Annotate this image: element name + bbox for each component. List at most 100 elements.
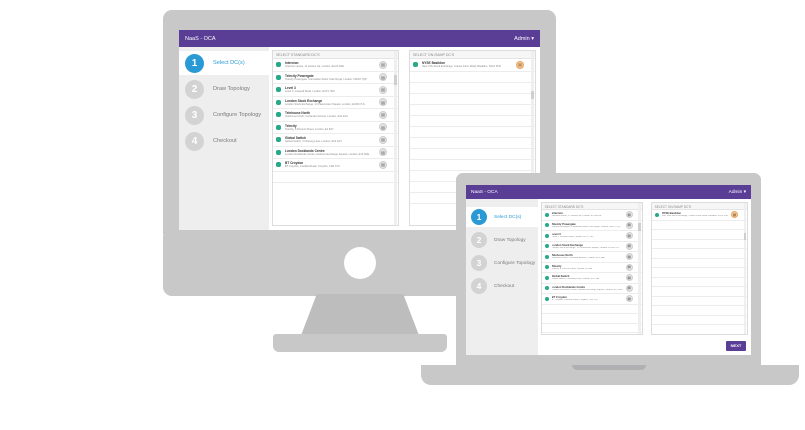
item-address: BT Croydon, Fairfield Road, Croydon, CR0…	[285, 165, 340, 169]
trash-icon[interactable]: ▤	[379, 123, 387, 132]
next-button[interactable]: NEXT	[726, 341, 746, 351]
panel-title: Select Standard DC's	[273, 51, 398, 59]
checkbox[interactable]	[544, 286, 549, 291]
trash-icon[interactable]: ▤	[625, 221, 633, 229]
checkbox[interactable]	[413, 62, 418, 68]
list-item[interactable]: Global Switch Global Switch, 3 Nutmeg Lan…	[541, 273, 642, 284]
wizard-steps: 1 Select DC(s) 2 Draw Topology 3 Configu…	[466, 199, 538, 355]
list-item[interactable]: BT Croydon BT Croydon, Fairfield Road, Cr…	[273, 159, 398, 172]
list-item[interactable]: Telehouse North Telehouse North, Coriande…	[273, 109, 398, 122]
checkbox[interactable]	[276, 87, 281, 93]
standard-dc-panel: Select Standard DC's Interxion Interxion …	[272, 50, 399, 226]
scrollbar[interactable]	[394, 51, 397, 225]
user-menu[interactable]: Admin	[514, 36, 534, 42]
checkbox[interactable]	[544, 254, 549, 259]
item-address: Telehouse North, Coriander Avenue, Londo…	[285, 115, 348, 119]
checkbox[interactable]	[544, 233, 549, 238]
checkbox[interactable]	[276, 74, 281, 80]
list-item[interactable]: Level 3 Level 3, Goswell Road, London, EC…	[541, 231, 642, 242]
list-item[interactable]: Global Switch Global Switch, 3 Nutmeg Lan…	[273, 134, 398, 147]
step-configure-topology[interactable]: 3 Configure Topology	[466, 253, 538, 273]
trash-icon[interactable]: ▤	[625, 295, 633, 303]
checkbox[interactable]	[544, 223, 549, 228]
trash-icon[interactable]: ▤	[379, 60, 387, 69]
item-address: London Docklands Centre, Harbour Exchang…	[551, 288, 623, 291]
checkbox[interactable]	[276, 99, 281, 105]
trash-icon[interactable]: ▤	[625, 284, 633, 292]
checkbox[interactable]	[276, 162, 281, 168]
checkbox[interactable]	[654, 212, 659, 217]
item-address: Interxion House, 11 Hoxton Sq, London, E…	[551, 215, 602, 218]
list-item[interactable]: Telecity Powergate Telecity Powergate, Co…	[541, 221, 642, 231]
step-checkout[interactable]: 4 Checkout	[466, 276, 538, 296]
list-item[interactable]: BT Croydon BT Croydon, Fairfield Road, Cr…	[541, 294, 642, 305]
trash-icon[interactable]: ▤	[625, 253, 633, 261]
step-label: Checkout	[213, 138, 237, 144]
checkbox[interactable]	[544, 212, 549, 217]
trash-icon[interactable]: ▤	[625, 211, 633, 219]
trash-icon[interactable]: ▤	[625, 263, 633, 271]
step-configure-topology[interactable]: 3 Configure Topology	[179, 103, 269, 127]
scrollbar[interactable]	[638, 203, 641, 334]
trash-icon[interactable]: ▤	[379, 148, 387, 157]
trash-icon[interactable]: ▤	[379, 110, 387, 119]
trash-icon[interactable]: ▤	[379, 135, 387, 144]
checkbox[interactable]	[276, 112, 281, 118]
trash-icon[interactable]: ▤	[379, 98, 387, 107]
empty-row	[410, 105, 535, 116]
list-item[interactable]: NYSE Basildon New York Stock Exchange, Cr…	[651, 210, 747, 221]
empty-row	[410, 160, 535, 171]
checkbox[interactable]	[276, 62, 281, 68]
list-item[interactable]: Interxion Interxion House, 11 Hoxton Sq, …	[541, 210, 642, 221]
list-item[interactable]: Telecity Telecity, 8 Prescot Street, Lond…	[273, 122, 398, 134]
checkbox[interactable]	[276, 137, 281, 143]
trash-icon[interactable]: ▤	[625, 274, 633, 282]
item-text: Interxion Interxion House, 11 Hoxton Sq, …	[285, 61, 375, 68]
item-text: London Docklands Centre London Docklands …	[285, 149, 375, 156]
list-item[interactable]: London Stock Exchange London Stock Exchan…	[541, 242, 642, 252]
checkbox[interactable]	[544, 244, 549, 249]
list-item[interactable]: NYSE Basildon New York Stock Exchange, Cr…	[410, 59, 535, 72]
list-item[interactable]: Level 3 Level 3, Goswell Road, London, EC…	[273, 84, 398, 97]
scrollbar[interactable]	[743, 203, 746, 334]
item-address: Telecity, 8 Prescot Street, London, E1 8…	[551, 267, 593, 270]
step-draw-topology[interactable]: 2 Draw Topology	[179, 77, 269, 101]
list-item[interactable]: London Docklands Centre London Docklands …	[541, 284, 642, 294]
checkbox[interactable]	[276, 124, 281, 130]
checkbox[interactable]	[544, 265, 549, 270]
item-text: Global Switch Global Switch, 3 Nutmeg Lan…	[552, 275, 623, 280]
list-item[interactable]: Telecity Telecity, 8 Prescot Street, Lond…	[541, 263, 642, 273]
empty-row	[651, 249, 747, 259]
step-checkout[interactable]: 4 Checkout	[179, 129, 269, 153]
step-select-dcs[interactable]: 1 Select DC(s)	[179, 51, 269, 75]
list-item[interactable]: London Docklands Centre London Docklands …	[273, 147, 398, 159]
checkbox[interactable]	[544, 296, 549, 301]
step-draw-topology[interactable]: 2 Draw Topology	[466, 230, 538, 250]
checkbox[interactable]	[276, 149, 281, 155]
onramp-dc-panel: Select On-Ramp DC's NYSE Basildon New Yor…	[650, 202, 748, 335]
step-number: 3	[185, 105, 204, 125]
trash-icon[interactable]: ▤	[379, 85, 387, 94]
list-item[interactable]: London Stock Exchange London Stock Exchan…	[273, 97, 398, 109]
empty-row	[651, 278, 747, 287]
monitor-stand	[300, 294, 420, 338]
checkbox[interactable]	[544, 275, 549, 280]
item-address: Telehouse North, Coriander Avenue, Londo…	[551, 257, 605, 260]
list-item[interactable]: Interxion Interxion House, 11 Hoxton Sq, …	[273, 59, 398, 72]
step-number: 4	[471, 278, 487, 294]
top-bar: NaaS - OCA Admin	[466, 185, 751, 199]
list-item[interactable]: Telehouse North Telehouse North, Coriande…	[541, 252, 642, 263]
empty-row	[541, 314, 642, 324]
trash-icon[interactable]: ▤	[731, 211, 738, 219]
step-label: Configure Topology	[494, 260, 536, 266]
app-title: NaaS - OCA	[185, 35, 216, 42]
list-item[interactable]: Telecity Powergate Telecity Powergate, Co…	[273, 72, 398, 84]
trash-icon[interactable]: ▤	[379, 160, 387, 169]
trash-icon[interactable]: ▤	[516, 60, 524, 69]
trash-icon[interactable]: ▤	[379, 73, 387, 82]
user-menu[interactable]: Admin	[729, 190, 746, 195]
trash-icon[interactable]: ▤	[625, 242, 633, 250]
monitor-foot	[273, 334, 447, 352]
trash-icon[interactable]: ▤	[625, 232, 633, 240]
step-select-dcs[interactable]: 1 Select DC(s)	[466, 207, 538, 227]
